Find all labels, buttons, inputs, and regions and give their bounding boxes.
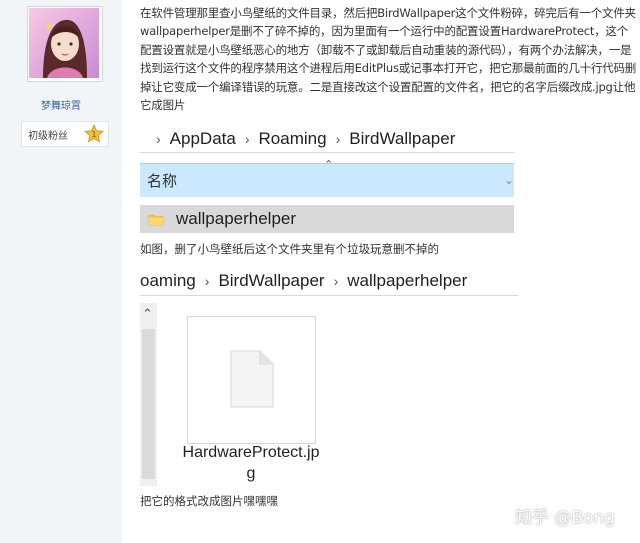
scrollbar-thumb[interactable] [142,329,155,479]
file-item[interactable] [187,316,316,444]
rank-badge-number: 1 [91,130,96,139]
breadcrumb-appdata[interactable]: AppData [170,129,236,149]
user-rank: 初级粉丝 1 [21,121,109,147]
chevron-right-icon: › [156,131,161,147]
chevron-right-icon: › [333,273,339,289]
address-bar-2[interactable]: oaming › BirdWallpaper › wallpaperhelper [140,269,467,293]
breadcrumb-wallpaperhelper[interactable]: wallpaperhelper [347,271,467,291]
file-name[interactable]: HardwareProtect.jpg [180,442,322,484]
column-divider-icon[interactable]: ⌄ [504,173,514,187]
breadcrumb-roaming[interactable]: oaming [140,271,196,291]
breadcrumb-birdwallpaper[interactable]: BirdWallpaper [218,271,324,291]
post-body: 在软件管理那里查小鸟壁纸的文件目录，然后把BirdWallpaper这个文件粉碎… [140,6,637,113]
caption-2: 把它的格式改成图片嘿嘿嘿 [140,494,278,508]
file-list-row[interactable]: wallpaperhelper [140,205,514,233]
divider [140,152,514,153]
caption-1: 如图，删了小鸟壁纸后这个文件夹里有个垃圾玩意删不掉的 [140,242,439,256]
address-bar[interactable]: › AppData › Roaming › BirdWallpaper [147,127,455,151]
scrollbar[interactable]: ⌃ [140,303,157,486]
rank-label: 初级粉丝 [28,130,68,142]
column-header-label: 名称 [147,172,178,190]
username-link[interactable]: 梦舞琼霄 [0,97,122,112]
file-icon [230,350,274,408]
chevron-right-icon: › [244,131,250,147]
chevron-right-icon: › [204,273,210,289]
divider [140,295,518,296]
folder-icon [148,214,164,225]
scroll-up-icon[interactable]: ⌃ [142,307,153,322]
breadcrumb-roaming[interactable]: Roaming [259,129,327,149]
avatar-image [29,8,99,78]
breadcrumb-birdwallpaper[interactable]: BirdWallpaper [349,129,455,149]
user-info-panel: 梦舞琼霄 初级粉丝 1 [0,0,122,543]
chevron-right-icon: › [335,131,341,147]
column-header-name[interactable]: 名称 ⌄ [140,163,514,197]
watermark: 知乎 @Bong [515,508,616,528]
medal-icon: 1 [84,124,104,143]
folder-name: wallpaperhelper [176,209,297,228]
avatar[interactable] [27,6,103,82]
